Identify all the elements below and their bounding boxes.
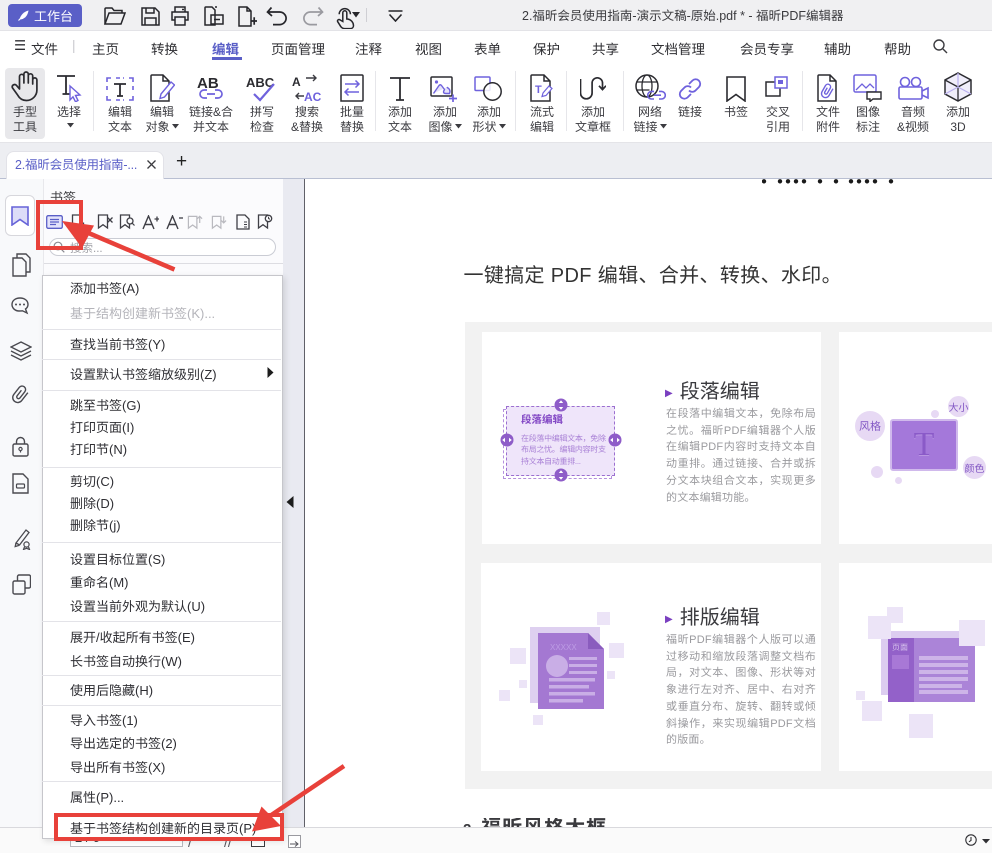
svg-text:XXXXX: XXXXX [550, 643, 577, 652]
svg-text:T: T [535, 84, 542, 96]
svg-text:页面: 页面 [892, 642, 908, 653]
svg-text:A: A [292, 75, 301, 89]
